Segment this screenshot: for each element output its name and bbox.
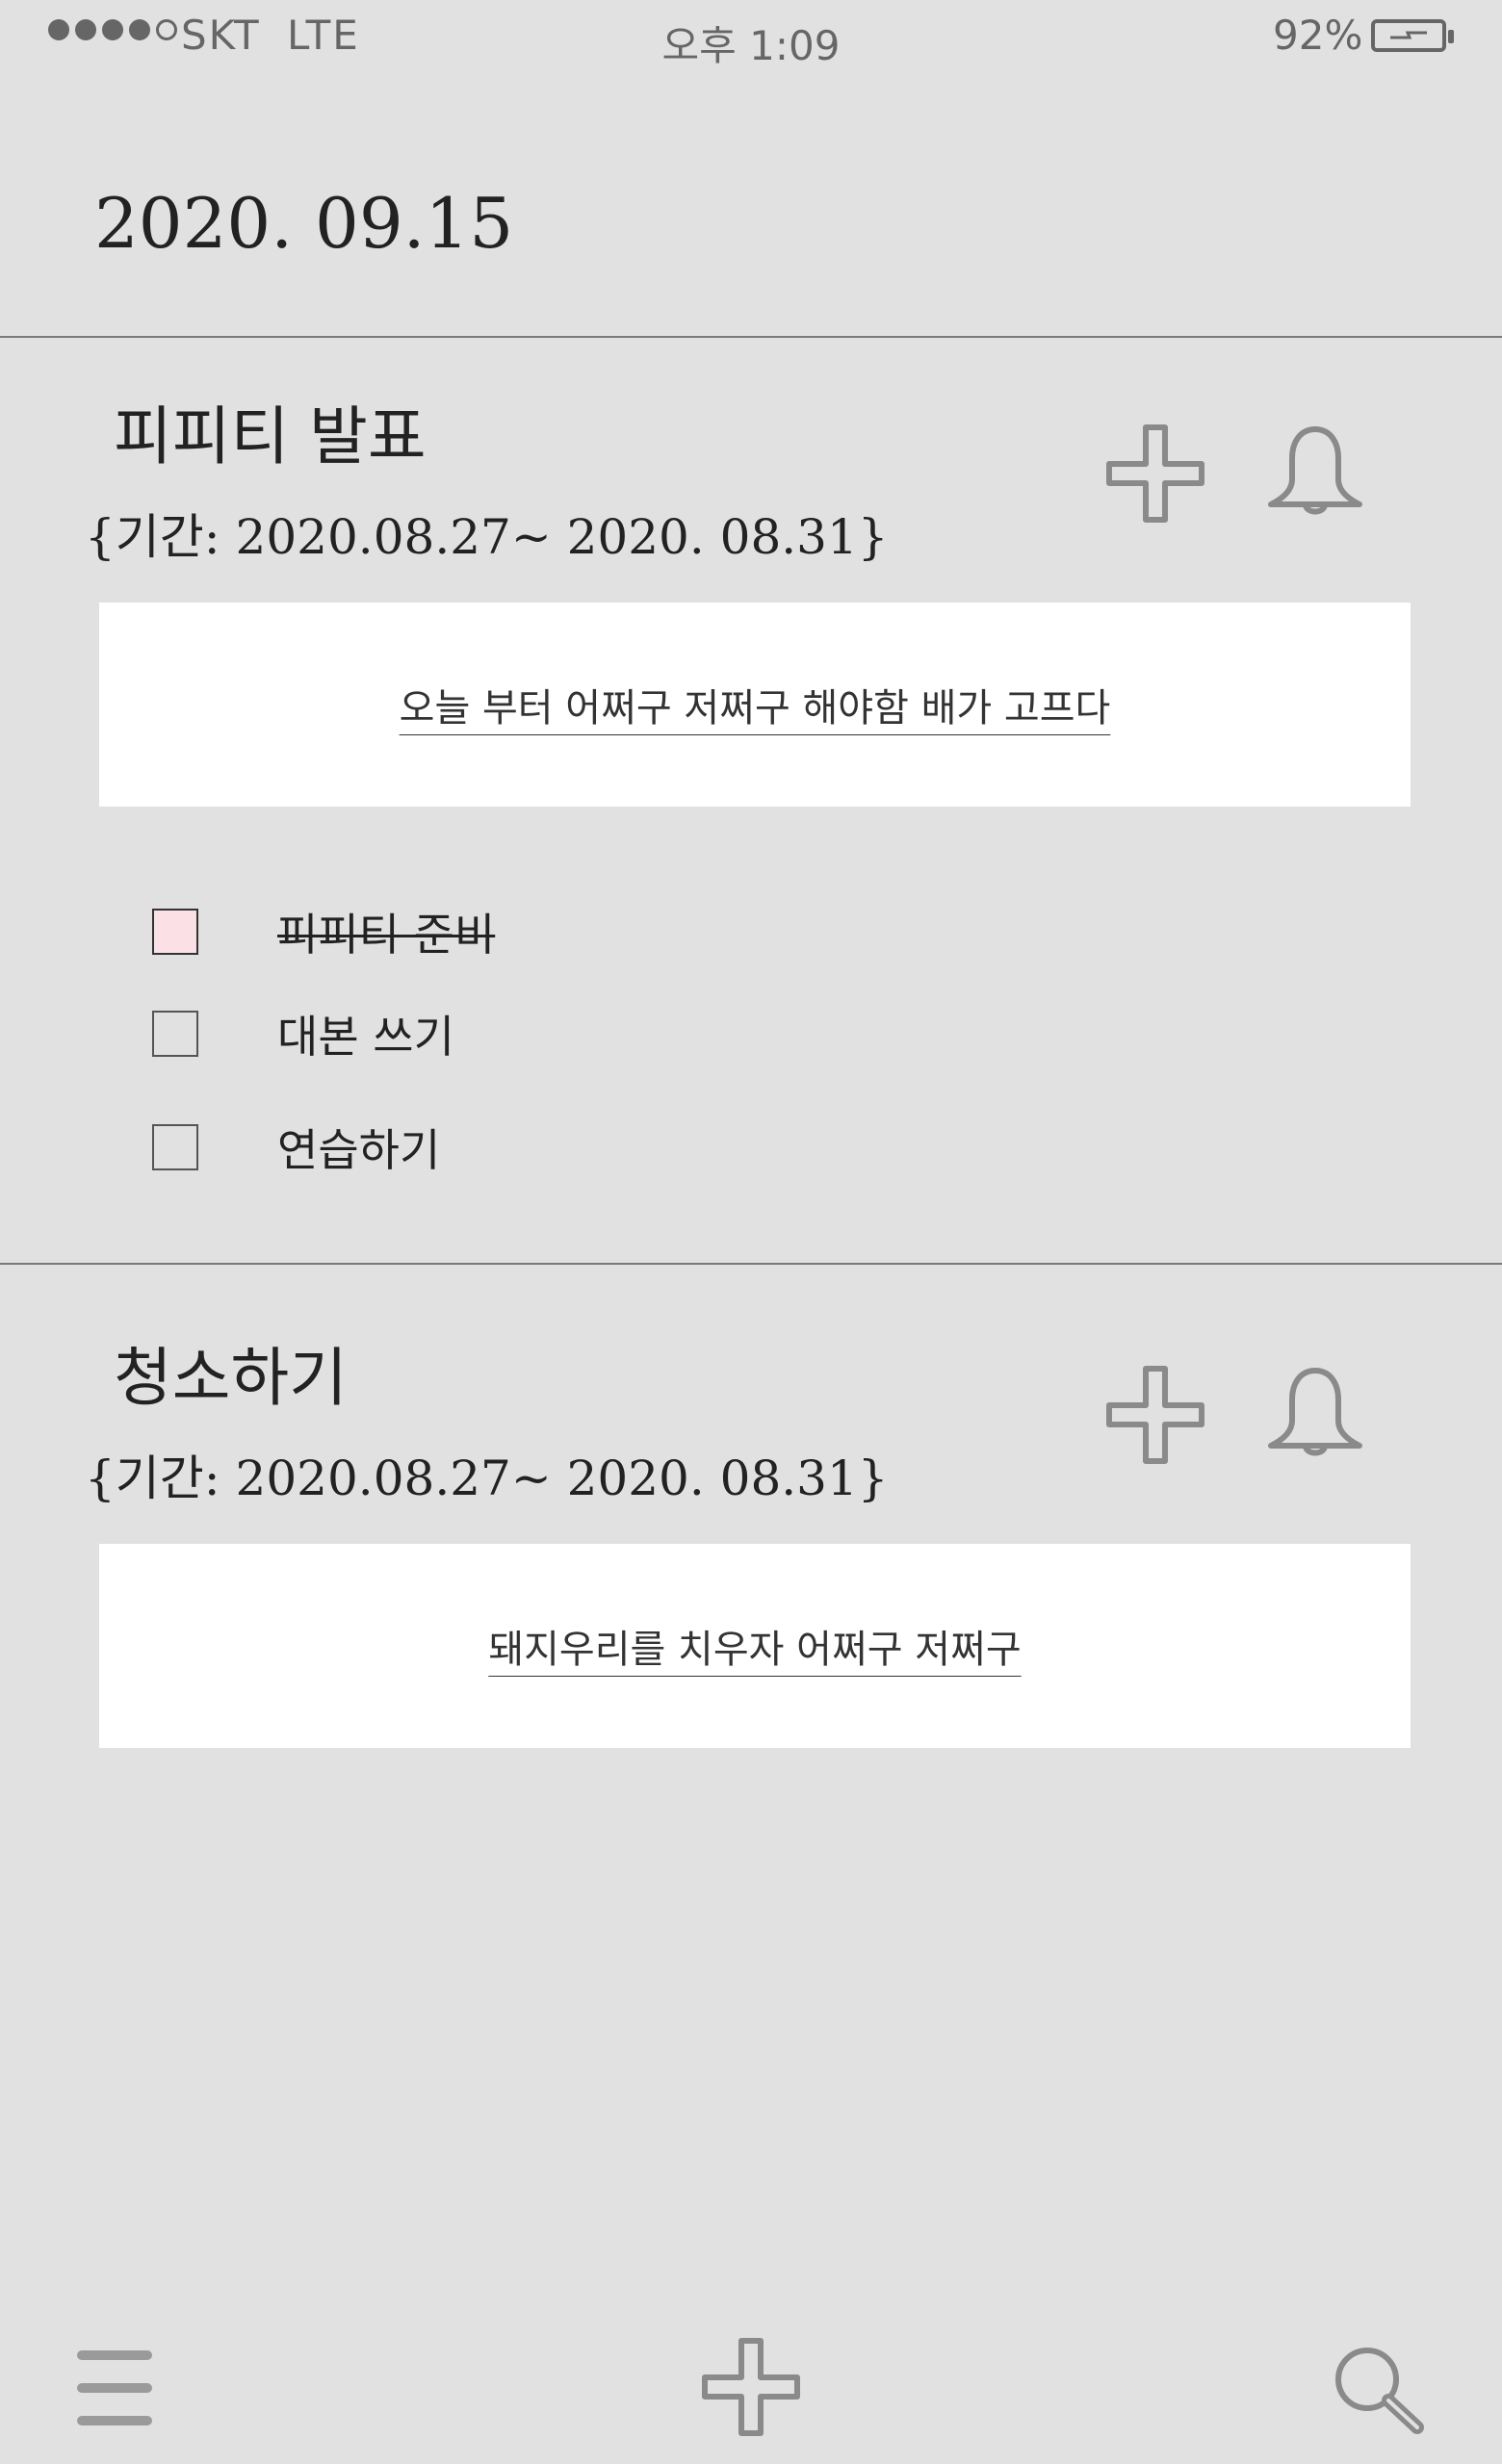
- memo-text: 돼지우리를 치우자 어쩌구 저쩌구: [488, 1628, 1022, 1672]
- checkbox[interactable]: [152, 1011, 198, 1057]
- add-subtask-button[interactable]: [1105, 1365, 1205, 1469]
- task-title: 피피티 발표: [114, 399, 427, 474]
- checklist-item: 피피티 준비: [152, 907, 495, 961]
- divider: [0, 1263, 1502, 1265]
- search-button[interactable]: [1331, 2343, 1427, 2443]
- task-title: 청소하기: [114, 1341, 348, 1415]
- checklist-item: 대본 쓰기: [152, 1009, 454, 1063]
- bell-icon: [1268, 426, 1362, 515]
- memo-text: 오늘 부터 어쩌구 저쩌구 해야함 배가 고프다: [399, 686, 1111, 731]
- add-subtask-button[interactable]: [1105, 424, 1205, 527]
- checklist-label: 피피티 준비: [277, 909, 496, 961]
- plus-icon: [702, 2338, 800, 2436]
- task-period: {기간: 2020.08.27~ 2020. 08.31}: [85, 509, 889, 565]
- alarm-button[interactable]: [1263, 422, 1367, 522]
- plus-icon: [1106, 1366, 1204, 1464]
- page-date: 2020. 09.15: [94, 183, 514, 264]
- battery-icon: [1371, 19, 1454, 52]
- divider: [0, 336, 1502, 338]
- checklist-label: 대본 쓰기: [277, 1011, 454, 1063]
- bell-icon: [1268, 1368, 1362, 1456]
- task-memo[interactable]: 오늘 부터 어쩌구 저쩌구 해야함 배가 고프다: [99, 603, 1411, 807]
- plus-icon: [1106, 424, 1204, 523]
- task-period: {기간: 2020.08.27~ 2020. 08.31}: [85, 1450, 889, 1506]
- checkbox-checked[interactable]: [152, 909, 198, 955]
- search-icon: [1335, 2348, 1424, 2434]
- status-bar: SKT LTE 오후 1:09 92%: [0, 0, 1502, 77]
- menu-button[interactable]: [75, 2348, 154, 2431]
- alarm-button[interactable]: [1263, 1363, 1367, 1463]
- checklist-item: 연습하기: [152, 1122, 440, 1176]
- checklist-label: 연습하기: [277, 1124, 441, 1176]
- battery-percent: 92%: [1273, 12, 1363, 59]
- task-memo[interactable]: 돼지우리를 치우자 어쩌구 저쩌구: [99, 1544, 1411, 1748]
- checkbox[interactable]: [152, 1124, 198, 1170]
- hamburger-menu-icon: [77, 2350, 152, 2426]
- add-task-button[interactable]: [701, 2337, 801, 2441]
